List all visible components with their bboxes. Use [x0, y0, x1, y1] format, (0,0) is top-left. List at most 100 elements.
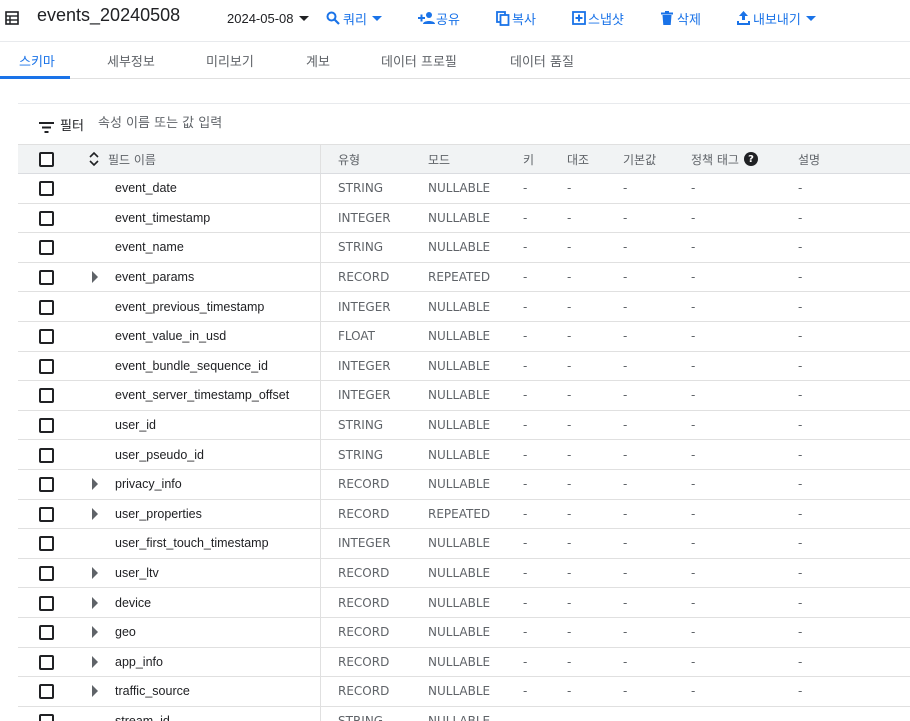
- row-checkbox[interactable]: [39, 506, 54, 522]
- field-collation: -: [567, 388, 572, 403]
- expand-arrow-icon[interactable]: [92, 271, 98, 284]
- table-row[interactable]: event_date STRING NULLABLE - - - - -: [18, 174, 910, 204]
- help-icon[interactable]: ?: [743, 152, 758, 166]
- column-header-field-name[interactable]: 필드 이름: [108, 145, 156, 173]
- expand-arrow-icon[interactable]: [92, 596, 98, 609]
- field-collation: -: [567, 506, 572, 521]
- field-key: -: [523, 181, 528, 196]
- row-checkbox[interactable]: [39, 447, 54, 463]
- field-policy-tags: -: [691, 625, 696, 640]
- table-row[interactable]: traffic_source RECORD NULLABLE - - - - -: [18, 677, 910, 707]
- field-policy-tags: -: [691, 447, 696, 462]
- row-checkbox[interactable]: [39, 181, 54, 197]
- tab-details[interactable]: 세부정보: [107, 42, 155, 79]
- field-type: INTEGER: [338, 536, 391, 551]
- snapshot-button[interactable]: 스냅샷: [572, 0, 624, 36]
- toolbar: events_20240508 2024-05-08 쿼리 공유 복사 스냅샷 …: [0, 0, 910, 36]
- table-row[interactable]: event_bundle_sequence_id INTEGER NULLABLE -…: [18, 351, 910, 382]
- field-type: STRING: [338, 447, 384, 462]
- column-header-type: 유형: [338, 152, 361, 167]
- field-type: RECORD: [338, 654, 390, 669]
- select-all-checkbox[interactable]: [39, 152, 54, 167]
- copy-button[interactable]: 복사: [496, 0, 536, 36]
- row-checkbox[interactable]: [39, 595, 54, 611]
- table-row[interactable]: event_timestamp INTEGER NULLABLE - - - - -: [18, 203, 910, 234]
- column-divider: [320, 706, 321, 721]
- table-row[interactable]: user_first_touch_timestamp INTEGER NULLABL…: [18, 529, 910, 559]
- field-key: -: [523, 240, 528, 255]
- query-button[interactable]: 쿼리: [326, 0, 382, 36]
- field-policy-tags: -: [691, 506, 696, 521]
- table-row[interactable]: stream_id STRING NULLABLE - - - - -: [18, 706, 910, 721]
- table-row[interactable]: event_server_timestamp_offset INTEGER NULL…: [18, 381, 910, 411]
- field-name: app_info: [115, 654, 163, 669]
- row-checkbox[interactable]: [39, 477, 54, 493]
- field-key: -: [523, 713, 528, 721]
- table-row[interactable]: user_id STRING NULLABLE - - - - -: [18, 410, 910, 441]
- date-selector[interactable]: 2024-05-08: [227, 0, 309, 36]
- row-checkbox[interactable]: [39, 299, 54, 315]
- row-checkbox[interactable]: [39, 566, 54, 582]
- table-row[interactable]: geo RECORD NULLABLE - - - - -: [18, 617, 910, 648]
- row-checkbox[interactable]: [39, 388, 54, 404]
- field-policy-tags: -: [691, 388, 696, 403]
- row-checkbox[interactable]: [39, 684, 54, 700]
- tab-preview[interactable]: 미리보기: [206, 42, 254, 79]
- field-type: STRING: [338, 418, 384, 433]
- table-row[interactable]: user_ltv RECORD NULLABLE - - - - -: [18, 558, 910, 589]
- column-divider: [320, 499, 321, 529]
- row-checkbox[interactable]: [39, 654, 54, 670]
- share-button[interactable]: 공유: [418, 0, 460, 36]
- expand-arrow-icon[interactable]: [92, 567, 98, 580]
- field-key: -: [523, 329, 528, 344]
- table-row[interactable]: app_info RECORD NULLABLE - - - - -: [18, 647, 910, 678]
- delete-button[interactable]: 삭제: [661, 0, 701, 36]
- filter-input[interactable]: [98, 112, 398, 134]
- tab-data-profile[interactable]: 데이터 프로필: [381, 42, 457, 79]
- field-name: user_properties: [115, 506, 202, 521]
- row-checkbox[interactable]: [39, 625, 54, 641]
- expand-arrow-icon[interactable]: [92, 685, 98, 698]
- field-collation: -: [567, 477, 572, 492]
- row-checkbox[interactable]: [39, 713, 54, 721]
- chevron-down-icon: [371, 15, 382, 21]
- row-checkbox[interactable]: [39, 270, 54, 286]
- table-row[interactable]: event_name STRING NULLABLE - - - - -: [18, 233, 910, 263]
- table-row[interactable]: privacy_info RECORD NULLABLE - - - - -: [18, 469, 910, 500]
- field-mode: NULLABLE: [428, 625, 491, 640]
- table-row[interactable]: user_properties RECORD REPEATED - - - - -: [18, 499, 910, 530]
- table-row[interactable]: event_previous_timestamp INTEGER NULLABLE -…: [18, 292, 910, 322]
- sort-icon[interactable]: [89, 151, 99, 171]
- field-description: -: [798, 625, 803, 640]
- row-checkbox[interactable]: [39, 536, 54, 552]
- row-checkbox[interactable]: [39, 210, 54, 226]
- export-button[interactable]: 내보내기: [737, 0, 816, 36]
- expand-arrow-icon[interactable]: [92, 507, 98, 520]
- field-default: -: [623, 654, 628, 669]
- page-title: events_20240508: [37, 5, 181, 25]
- table-row[interactable]: user_pseudo_id STRING NULLABLE - - - - -: [18, 440, 910, 470]
- column-divider: [320, 410, 321, 440]
- tab-schema[interactable]: 스키마: [19, 42, 55, 79]
- field-policy-tags: -: [691, 595, 696, 610]
- tab-lineage[interactable]: 계보: [306, 42, 330, 79]
- field-default: -: [623, 566, 628, 581]
- table-row[interactable]: device RECORD NULLABLE - - - - -: [18, 588, 910, 618]
- row-checkbox[interactable]: [39, 240, 54, 256]
- column-divider: [320, 588, 321, 617]
- field-collation: -: [567, 654, 572, 669]
- tab-data-quality[interactable]: 데이터 품질: [510, 42, 574, 79]
- row-checkbox[interactable]: [39, 418, 54, 434]
- field-key: -: [523, 447, 528, 462]
- row-checkbox[interactable]: [39, 358, 54, 374]
- expand-arrow-icon[interactable]: [92, 655, 98, 668]
- table-row[interactable]: event_params RECORD REPEATED - - - - -: [18, 262, 910, 293]
- row-checkbox[interactable]: [39, 329, 54, 345]
- column-divider: [320, 233, 321, 262]
- filter-label: 필터: [60, 119, 84, 134]
- expand-arrow-icon[interactable]: [92, 478, 98, 491]
- filter-icon: [39, 118, 54, 137]
- copy-label: 복사: [512, 12, 536, 28]
- expand-arrow-icon[interactable]: [92, 626, 98, 639]
- table-row[interactable]: event_value_in_usd FLOAT NULLABLE - - - - -: [18, 321, 910, 352]
